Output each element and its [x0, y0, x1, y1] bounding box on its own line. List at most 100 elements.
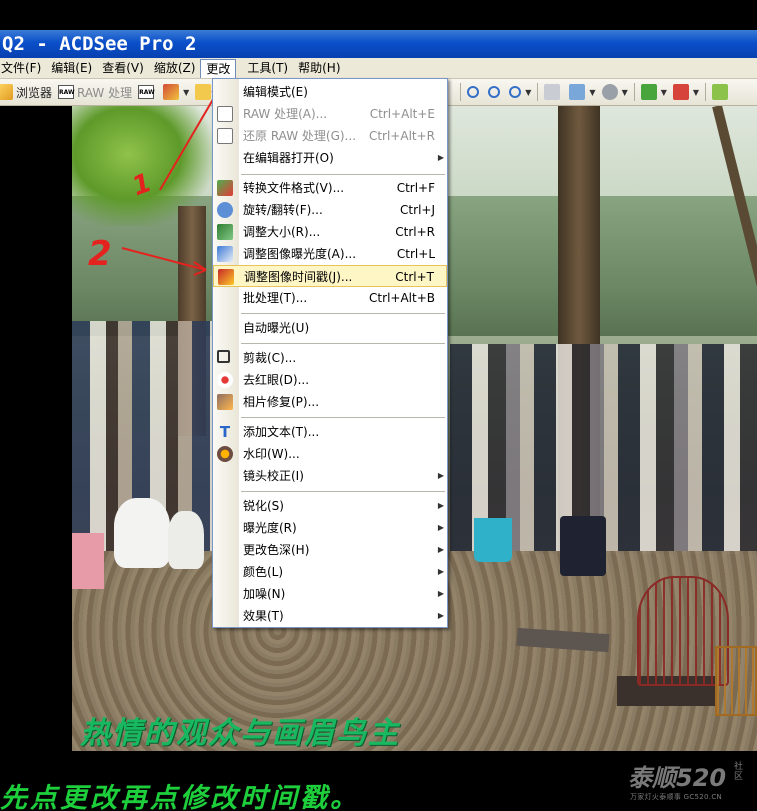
watermark-logo: 泰顺520 — [628, 764, 727, 792]
resize-icon — [217, 224, 233, 240]
menu-item-resize[interactable]: 调整大小(R)... Ctrl+R — [213, 221, 447, 243]
menu-item-color[interactable]: 颜色(L) ▶ — [213, 561, 447, 583]
menu-item-adjust-exposure[interactable]: 调整图像曝光度(A)... Ctrl+L — [213, 243, 447, 265]
menu-item-restore-raw[interactable]: 还原 RAW 处理(G)... Ctrl+Alt+R — [213, 125, 447, 147]
raw-process-button[interactable]: RAW RAW 处理 — [55, 81, 135, 103]
photo-caption: 热情的观众与画眉鸟主 — [80, 716, 400, 751]
menu-item-open-in-editor[interactable]: 在编辑器打开(O) ▶ — [213, 147, 447, 169]
share-button[interactable]: ▼ — [566, 81, 598, 103]
browser-label: 浏览器 — [16, 85, 53, 100]
convert-icon — [217, 180, 233, 196]
instruction-caption: 先点更改再点修改时间戳。 — [0, 783, 360, 811]
photo-box — [72, 533, 104, 589]
window-title: Q2 - ACDSee Pro 2 — [2, 33, 197, 55]
photo-bag — [168, 511, 204, 569]
menu-item-lens-correction[interactable]: 镜头校正(I) ▶ — [213, 465, 447, 487]
print-button[interactable] — [541, 81, 566, 103]
submenu-arrow-icon: ▶ — [437, 589, 444, 598]
dropdown-arrow-icon: ▼ — [183, 87, 190, 97]
effects-icon — [672, 84, 689, 100]
photo-bag — [114, 498, 170, 568]
text-icon: T — [219, 423, 231, 441]
edit-tools-icon — [163, 84, 180, 100]
raw-small-icon: RAW — [138, 85, 155, 99]
rotate-icon — [217, 202, 233, 218]
menu-item-auto-exposure[interactable]: 自动曝光(U) — [213, 317, 447, 339]
menu-item-add-noise[interactable]: 加噪(N) ▶ — [213, 583, 447, 605]
submenu-arrow-icon: ▶ — [437, 545, 444, 554]
menu-separator — [241, 491, 445, 492]
menu-separator — [241, 313, 445, 314]
zoom-menu-button[interactable]: ▼ — [506, 81, 534, 103]
menu-modify[interactable]: 更改 — [200, 58, 237, 78]
folder-icon — [195, 84, 212, 100]
watermark-subtitle: 万家灯火泰顺事 GC520.CN — [630, 793, 723, 801]
submenu-arrow-icon: ▶ — [437, 153, 444, 162]
zoom-out-button[interactable] — [485, 81, 506, 103]
print-icon — [544, 84, 561, 100]
dropdown-arrow-icon: ▼ — [589, 87, 596, 97]
repair-icon — [217, 394, 233, 410]
timestamp-icon — [218, 269, 234, 285]
dropdown-arrow-icon: ▼ — [621, 87, 628, 97]
menu-file[interactable]: 文件(F) — [0, 59, 46, 78]
viewer-margin — [0, 106, 72, 751]
menu-separator — [241, 417, 445, 418]
menu-item-adjust-timestamp[interactable]: 调整图像时间戳(J)... Ctrl+T — [213, 265, 447, 287]
zoom-in-button[interactable] — [464, 81, 485, 103]
browser-icon — [0, 84, 13, 100]
menu-item-sharpen[interactable]: 锐化(S) ▶ — [213, 495, 447, 517]
browser-button[interactable]: 浏览器 — [0, 81, 55, 103]
raw-icon — [217, 106, 233, 122]
menu-item-rotate-flip[interactable]: 旋转/翻转(F)... Ctrl+J — [213, 199, 447, 221]
menu-item-photo-repair[interactable]: 相片修复(P)... — [213, 391, 447, 413]
menu-item-effects[interactable]: 效果(T) ▶ — [213, 605, 447, 627]
menu-edit[interactable]: 编辑(E) — [46, 59, 97, 78]
menu-item-crop[interactable]: 剪裁(C)... — [213, 347, 447, 369]
effects-button[interactable]: ▼ — [670, 81, 702, 103]
watermark-tag: 社区 — [734, 762, 744, 782]
menu-item-add-text[interactable]: T 添加文本(T)... — [213, 421, 447, 443]
menu-zoom[interactable]: 缩放(Z) — [149, 59, 201, 78]
exposure-icon — [217, 246, 233, 262]
site-watermark: 泰顺520 社区 万家灯火泰顺事 GC520.CN — [628, 758, 756, 808]
menu-separator — [241, 343, 445, 344]
dropdown-arrow-icon: ▼ — [692, 87, 700, 97]
toolbar-separator — [633, 83, 635, 101]
crop-icon — [217, 350, 230, 363]
export-button[interactable] — [709, 81, 734, 103]
submenu-arrow-icon: ▶ — [437, 471, 444, 480]
menu-tools[interactable]: 工具(T) — [242, 59, 293, 78]
settings-button[interactable]: ▼ — [599, 81, 631, 103]
zoom-icon — [509, 86, 522, 98]
red-eye-icon — [217, 372, 233, 388]
slideshow-button[interactable]: ▼ — [638, 81, 670, 103]
submenu-arrow-icon: ▶ — [437, 501, 444, 510]
share-icon — [569, 84, 586, 100]
raw-process-label: RAW 处理 — [77, 85, 133, 100]
menu-bar: 文件(F) 编辑(E) 查看(V) 缩放(Z) 更改 工具(T) 帮助(H) — [0, 58, 757, 79]
menu-item-color-depth[interactable]: 更改色深(H) ▶ — [213, 539, 447, 561]
menu-separator — [241, 174, 445, 175]
menu-item-batch-process[interactable]: 批处理(T)... Ctrl+Alt+B — [213, 287, 447, 309]
toolbar-separator — [537, 83, 539, 101]
menu-view[interactable]: 查看(V) — [97, 59, 149, 78]
menu-item-watermark[interactable]: 水印(W)... — [213, 443, 447, 465]
photo-drum — [560, 516, 606, 576]
menu-item-red-eye[interactable]: 去红眼(D)... — [213, 369, 447, 391]
submenu-arrow-icon: ▶ — [437, 523, 444, 532]
raw-small-button[interactable]: RAW — [135, 81, 160, 103]
menu-item-exposure[interactable]: 曝光度(R) ▶ — [213, 517, 447, 539]
menu-help[interactable]: 帮助(H) — [293, 59, 345, 78]
menu-item-convert-format[interactable]: 转换文件格式(V)... Ctrl+F — [213, 177, 447, 199]
toolbar-separator — [460, 83, 462, 101]
menu-item-edit-mode[interactable]: 编辑模式(E) — [213, 81, 447, 103]
photo-bucket — [474, 518, 512, 562]
raw-icon: RAW — [58, 85, 75, 99]
raw-icon — [217, 128, 233, 144]
window-title-bar[interactable]: Q2 - ACDSee Pro 2 — [0, 30, 757, 58]
submenu-arrow-icon: ▶ — [437, 567, 444, 576]
menu-item-raw-process[interactable]: RAW 处理(A)... Ctrl+Alt+E — [213, 103, 447, 125]
edit-tools-button[interactable]: ▼ — [160, 81, 192, 103]
slideshow-icon — [640, 84, 657, 100]
